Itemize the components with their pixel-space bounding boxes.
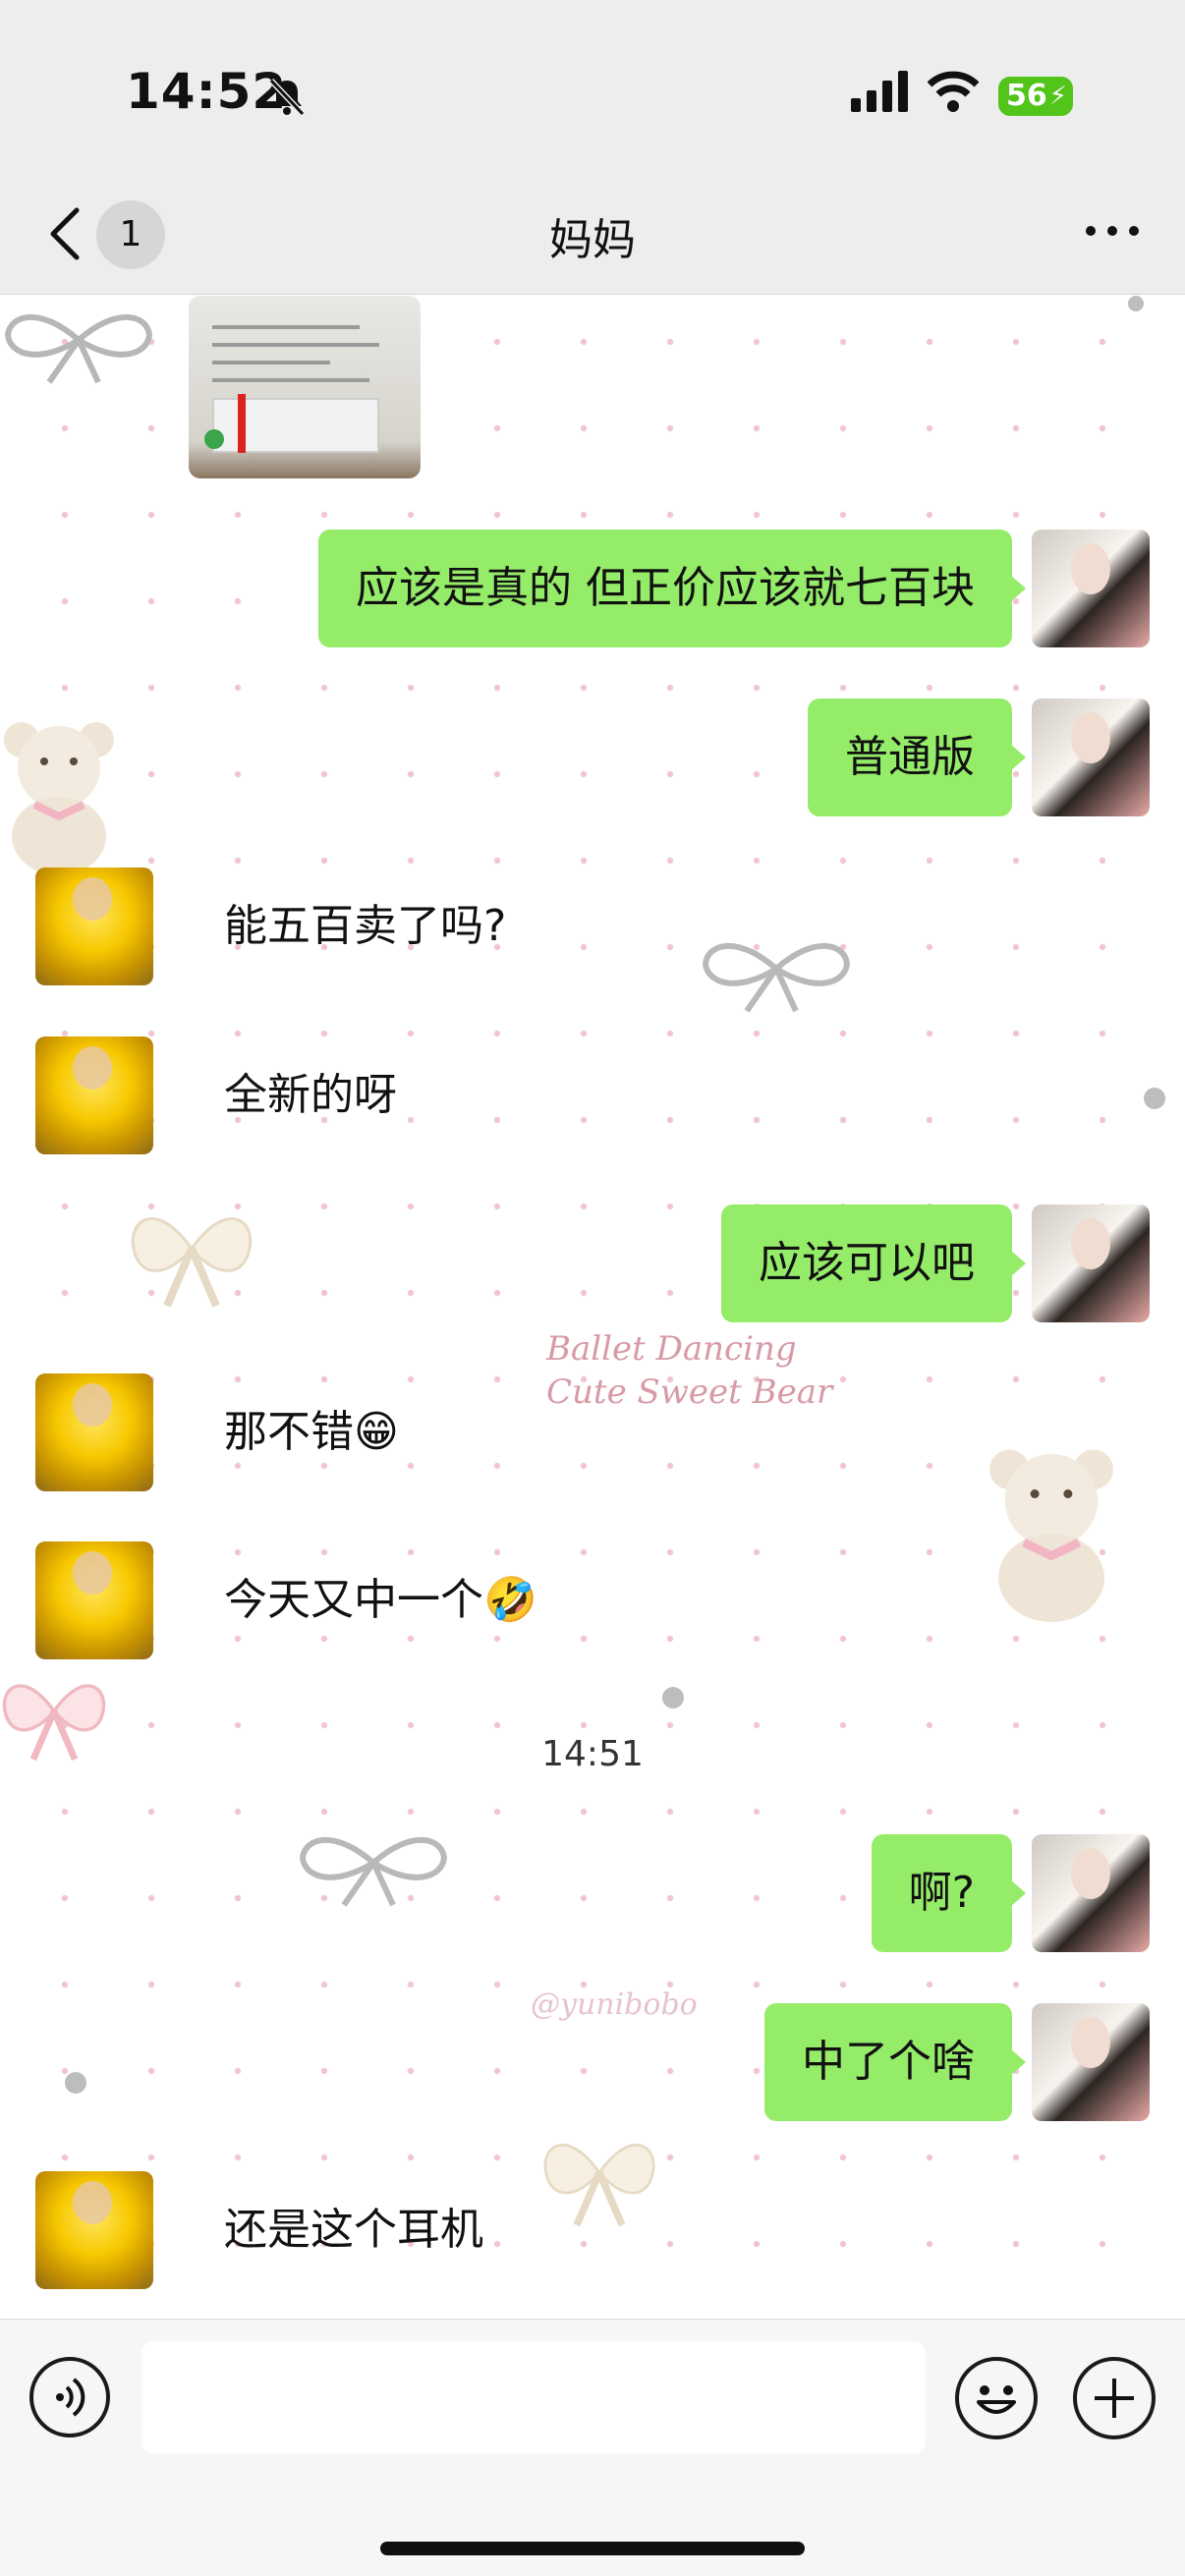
message-row — [0, 296, 1185, 478]
message-bubble-outgoing[interactable]: 普通版 — [808, 699, 1026, 816]
my-avatar[interactable] — [1032, 1834, 1150, 1952]
chat-area[interactable]: Ballet Dancing Cute Sweet Bear @yunibobo… — [0, 296, 1185, 2319]
emoji-button[interactable] — [955, 2357, 1038, 2439]
voice-icon — [56, 2378, 85, 2417]
more-functions-button[interactable] — [1073, 2357, 1156, 2439]
message-row: 啊? — [0, 1834, 1185, 1952]
battery-level: 56 — [1006, 79, 1047, 113]
chat-title: 妈妈 — [549, 215, 636, 265]
contact-avatar[interactable] — [35, 1036, 153, 1154]
my-avatar[interactable] — [1032, 699, 1150, 816]
home-indicator[interactable] — [380, 2542, 805, 2555]
message-row: 普通版 — [0, 699, 1185, 816]
message-row: 应该是真的 但正价应该就七百块 — [0, 530, 1185, 647]
input-bar — [0, 2319, 1185, 2576]
my-avatar[interactable] — [1032, 2003, 1150, 2121]
my-avatar[interactable] — [1032, 1204, 1150, 1322]
my-avatar[interactable] — [1032, 530, 1150, 647]
chat-header: 1 妈妈 — [0, 177, 1185, 295]
message-bubble-outgoing[interactable]: 应该可以吧 — [721, 1204, 1026, 1322]
watermark-line1: Ballet Dancing — [546, 1329, 797, 1369]
wifi-icon — [928, 71, 979, 112]
message-bubble-incoming[interactable]: 那不错😁 — [193, 1373, 430, 1491]
message-row: 能五百卖了吗? — [0, 868, 1185, 985]
message-bubble-outgoing[interactable]: 中了个啥 — [764, 2003, 1026, 2121]
contact-avatar[interactable] — [35, 1373, 153, 1491]
message-timestamp: 14:51 — [541, 1734, 644, 1774]
message-bubble-incoming[interactable]: 还是这个耳机 — [193, 2171, 515, 2289]
contact-avatar[interactable] — [35, 1541, 153, 1659]
status-time: 14:52 — [126, 63, 288, 120]
message-input[interactable] — [141, 2341, 926, 2453]
message-bubble-incoming[interactable]: 能五百卖了吗? — [193, 868, 537, 985]
voice-button[interactable] — [29, 2357, 110, 2437]
status-bar: 14:52 56 ⚡ — [0, 0, 1185, 177]
message-row: 还是这个耳机 — [0, 2171, 1185, 2289]
message-row: 中了个啥 — [0, 2003, 1185, 2121]
pearl-decoration — [662, 1687, 684, 1708]
message-row: 那不错😁 — [0, 1373, 1185, 1491]
message-bubble-incoming[interactable]: 今天又中一个🤣 — [193, 1541, 569, 1659]
bell-muted-icon — [268, 78, 306, 117]
message-row: 全新的呀 — [0, 1036, 1185, 1154]
more-icon[interactable] — [1083, 216, 1142, 246]
message-bubble-outgoing[interactable]: 应该是真的 但正价应该就七百块 — [318, 530, 1026, 647]
battery-icon: 56 ⚡ — [998, 77, 1073, 116]
message-bubble-outgoing[interactable]: 啊? — [871, 1834, 1027, 1952]
charging-bolt-icon: ⚡ — [1048, 82, 1067, 111]
contact-avatar[interactable] — [35, 2171, 153, 2289]
emoji-icon — [977, 2385, 1016, 2414]
plus-icon — [1095, 2379, 1134, 2418]
signal-icon — [851, 71, 908, 112]
message-row: 今天又中一个🤣 — [0, 1541, 1185, 1659]
message-row: 应该可以吧 — [0, 1204, 1185, 1322]
contact-avatar[interactable] — [35, 868, 153, 985]
message-bubble-incoming[interactable]: 全新的呀 — [193, 1036, 428, 1154]
message-photo[interactable] — [189, 296, 421, 478]
